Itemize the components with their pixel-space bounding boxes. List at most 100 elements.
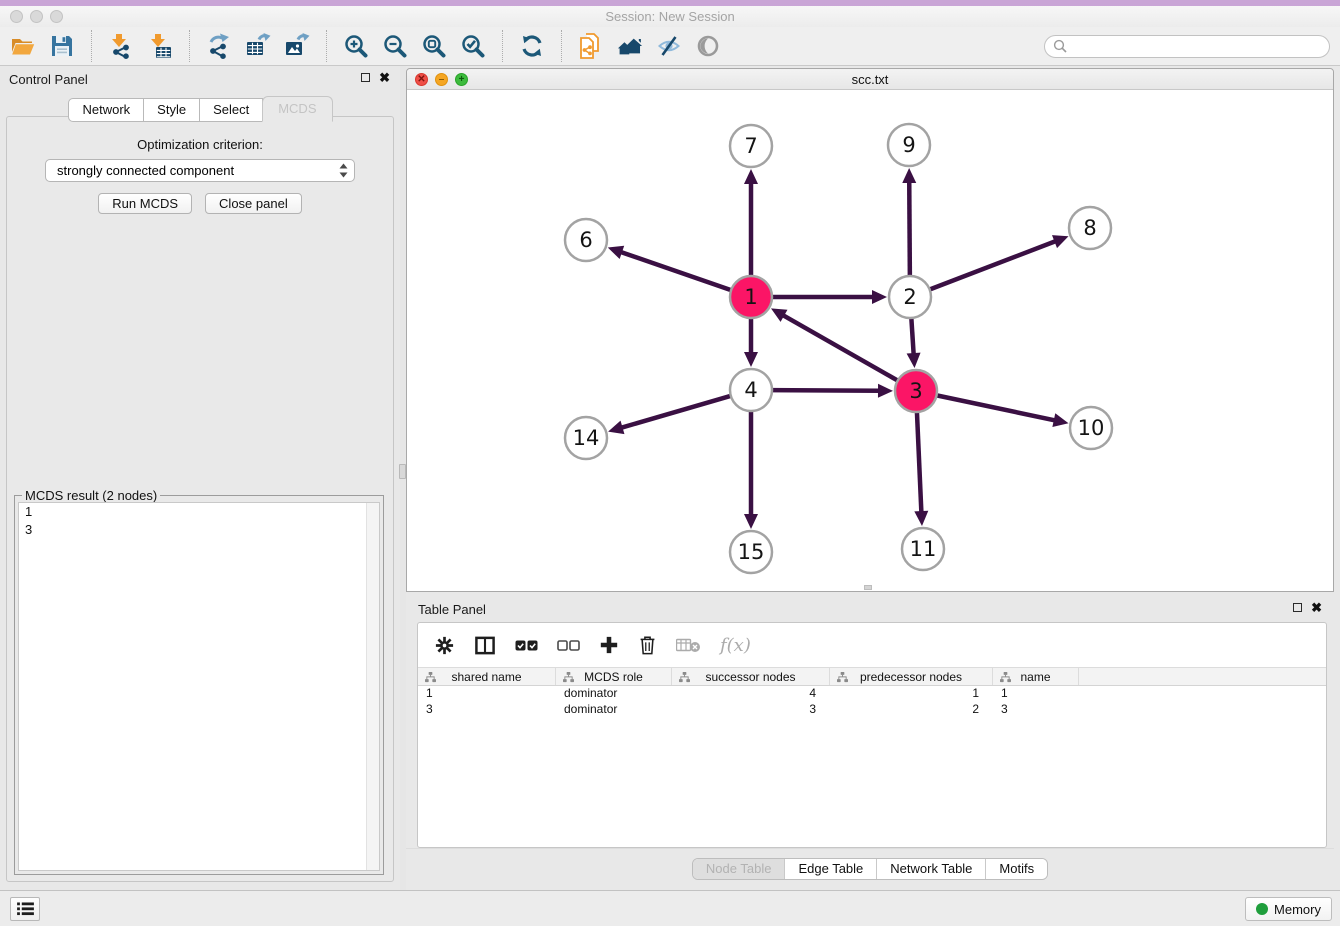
toolbar-separator: [189, 30, 190, 62]
column-header-shared-name[interactable]: shared name: [418, 668, 556, 685]
graph-node-label-2: 2: [903, 285, 916, 309]
graph-node-label-9: 9: [902, 133, 915, 157]
splitter-handle[interactable]: [399, 464, 406, 479]
open-session-button[interactable]: [10, 33, 36, 59]
table-cell[interactable]: 3: [418, 702, 556, 718]
eye-slash-icon: [656, 33, 682, 59]
selected-criterion: strongly connected component: [57, 163, 339, 178]
graph-edge-arrow-4-15: [744, 514, 758, 529]
graph-edge-2-3[interactable]: [911, 317, 913, 355]
table-row[interactable]: 3dominator323: [418, 702, 1326, 718]
table-cell[interactable]: dominator: [556, 686, 672, 702]
graph-node-label-3: 3: [909, 379, 922, 403]
column-header-name[interactable]: name: [993, 668, 1079, 685]
close-table-panel-icon[interactable]: ✖: [1311, 602, 1322, 613]
tab-mcds[interactable]: MCDS: [262, 96, 332, 122]
table-panel-title: Table Panel: [418, 602, 486, 617]
new-network-from-file-button[interactable]: [578, 33, 604, 59]
network-window-titlebar[interactable]: ✕ – + scc.txt: [407, 69, 1333, 90]
column-type-icon: [837, 672, 848, 683]
graph-edge-1-6[interactable]: [620, 252, 732, 291]
column-header-MCDS-role[interactable]: MCDS role: [556, 668, 672, 685]
table-cell[interactable]: 4: [672, 686, 830, 702]
zoom-out-button[interactable]: [382, 33, 408, 59]
optimization-criterion-select[interactable]: strongly connected component: [45, 159, 355, 182]
status-bar: Memory: [0, 890, 1340, 926]
graph-edge-3-1[interactable]: [782, 315, 898, 381]
table-cell[interactable]: 2: [830, 702, 993, 718]
zoom-out-icon: [382, 33, 408, 59]
tab-style[interactable]: Style: [143, 98, 200, 122]
column-header-predecessor-nodes[interactable]: predecessor nodes: [830, 668, 993, 685]
mcds-tab-content: Optimization criterion: strongly connect…: [6, 116, 394, 882]
table-cell[interactable]: 3: [672, 702, 830, 718]
export-table-button[interactable]: [245, 33, 271, 59]
mcds-list-scrollbar[interactable]: [366, 503, 379, 870]
refresh-button[interactable]: [519, 33, 545, 59]
select-all-icon[interactable]: [515, 637, 538, 654]
delete-column-icon[interactable]: [638, 634, 657, 656]
close-panel-icon[interactable]: ✖: [379, 72, 390, 83]
mcds-result-item[interactable]: 3: [19, 521, 379, 539]
tab-edge-table[interactable]: Edge Table: [784, 859, 876, 879]
search-input[interactable]: [1072, 39, 1321, 54]
graph-edge-4-14[interactable]: [621, 396, 732, 428]
tab-network[interactable]: Network: [68, 98, 144, 122]
graph-node-label-1: 1: [744, 285, 757, 309]
table-tabs-band: Node TableEdge TableNetwork TableMotifs: [406, 848, 1334, 887]
function-builder-icon[interactable]: f(x): [720, 635, 751, 656]
view-mode-button[interactable]: [695, 33, 721, 59]
table-cell[interactable]: 1: [418, 686, 556, 702]
tab-motifs[interactable]: Motifs: [985, 859, 1047, 879]
create-column-icon[interactable]: [599, 635, 619, 655]
graph-edge-arrow-4-14: [608, 421, 624, 434]
tab-node-table[interactable]: Node Table: [693, 859, 785, 879]
table-tabs: Node TableEdge TableNetwork TableMotifs: [692, 858, 1048, 880]
deselect-all-icon[interactable]: [557, 637, 580, 654]
task-history-button[interactable]: [10, 897, 40, 921]
graph-edge-3-10[interactable]: [936, 395, 1056, 420]
graph-edge-2-9[interactable]: [909, 181, 910, 277]
table-row[interactable]: 1dominator411: [418, 686, 1326, 702]
mcds-result-item[interactable]: 1: [19, 503, 379, 521]
mcds-result-list[interactable]: 13: [18, 502, 380, 871]
table-cell[interactable]: 3: [993, 702, 1079, 718]
graph-edge-4-3[interactable]: [771, 390, 880, 391]
float-panel-icon[interactable]: [361, 73, 370, 82]
window-title: Session: New Session: [0, 9, 1340, 24]
table-cell[interactable]: dominator: [556, 702, 672, 718]
delete-table-icon[interactable]: [676, 637, 701, 653]
search-box[interactable]: [1044, 35, 1330, 58]
table-cell[interactable]: 1: [993, 686, 1079, 702]
tab-select[interactable]: Select: [199, 98, 263, 122]
zoom-fit-button[interactable]: [421, 33, 447, 59]
run-mcds-button[interactable]: Run MCDS: [98, 193, 192, 214]
network-resize-handle[interactable]: [864, 585, 872, 590]
import-table-button[interactable]: [147, 33, 173, 59]
zoom-in-button[interactable]: [343, 33, 369, 59]
float-table-panel-icon[interactable]: [1293, 603, 1302, 612]
graph-edge-3-11[interactable]: [917, 411, 922, 513]
network-graph[interactable]: 7968124314101511: [407, 90, 1333, 591]
show-column-panel-icon[interactable]: [474, 635, 496, 656]
network-canvas[interactable]: 7968124314101511: [407, 90, 1333, 591]
tab-network-table[interactable]: Network Table: [876, 859, 985, 879]
column-header-successor-nodes[interactable]: successor nodes: [672, 668, 830, 685]
graph-node-label-8: 8: [1083, 216, 1096, 240]
show-all-networks-button[interactable]: [617, 33, 643, 59]
network-file-icon: [578, 33, 604, 59]
export-image-button[interactable]: [284, 33, 310, 59]
memory-status-dot: [1256, 903, 1268, 915]
app-window: Session: New Session: [0, 0, 1340, 926]
zoom-selected-button[interactable]: [460, 33, 486, 59]
import-network-button[interactable]: [108, 33, 134, 59]
graph-edge-2-8[interactable]: [929, 241, 1057, 290]
eye-icon: [695, 33, 721, 59]
save-session-button[interactable]: [49, 33, 75, 59]
hide-panel-button[interactable]: [656, 33, 682, 59]
table-settings-gear-icon[interactable]: [434, 635, 455, 656]
table-cell[interactable]: 1: [830, 686, 993, 702]
memory-button[interactable]: Memory: [1245, 897, 1332, 921]
close-panel-button[interactable]: Close panel: [205, 193, 302, 214]
export-network-button[interactable]: [206, 33, 232, 59]
